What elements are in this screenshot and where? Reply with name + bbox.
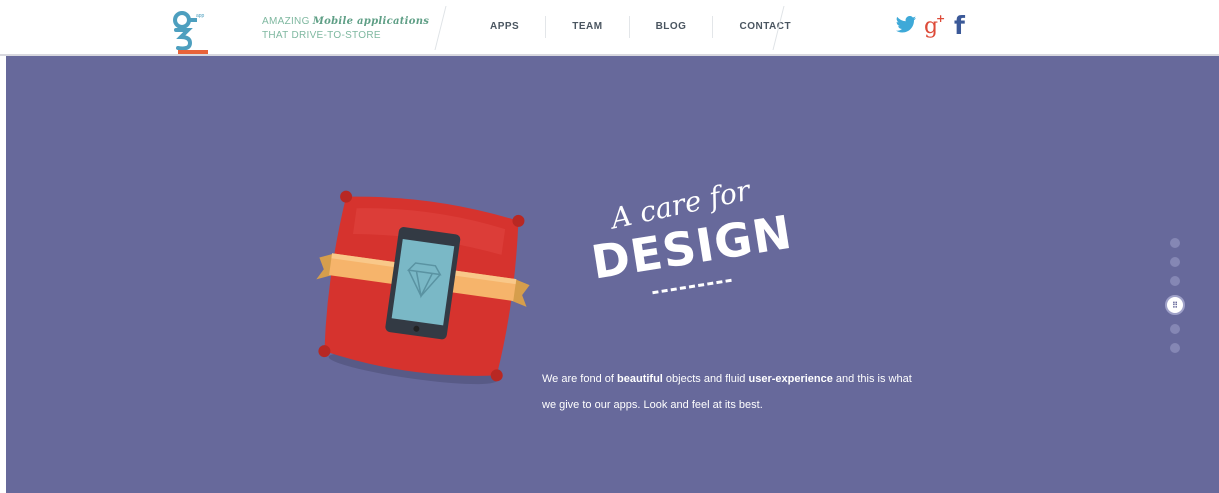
- pager-dot[interactable]: [1170, 276, 1180, 286]
- grid-icon: ⠿: [1172, 300, 1178, 310]
- tagline-script: Mobile applications: [312, 16, 430, 27]
- nav-blog[interactable]: BLOG: [628, 16, 713, 38]
- nav-contact[interactable]: CONTACT: [712, 16, 817, 38]
- nav-team[interactable]: TEAM: [545, 16, 628, 38]
- headline-underline: [652, 278, 732, 295]
- section-pager: ⠿: [1165, 238, 1185, 362]
- logo-active-underline: [178, 50, 208, 54]
- svg-text:app: app: [196, 13, 205, 19]
- logo[interactable]: app: [170, 8, 210, 52]
- svg-text:+: +: [936, 12, 945, 25]
- pager-dot[interactable]: [1170, 257, 1180, 267]
- tagline-line2: THAT DRIVE-TO-STORE: [262, 30, 381, 41]
- top-navbar: app AMAZING Mobile applications THAT DRI…: [0, 0, 1219, 56]
- hero-description: We are fond of beautiful objects and flu…: [542, 373, 912, 411]
- cushion-illustration: [306, 184, 536, 394]
- header-divider: [434, 6, 447, 50]
- pager-dot[interactable]: [1170, 324, 1180, 334]
- pager-dot-active[interactable]: ⠿: [1165, 295, 1185, 315]
- twitter-icon[interactable]: [895, 15, 917, 40]
- svg-text:f: f: [954, 12, 966, 38]
- tagline-prefix: AMAZING: [262, 16, 313, 27]
- tagline: AMAZING Mobile applications THAT DRIVE-T…: [262, 15, 429, 43]
- facebook-icon[interactable]: f: [953, 11, 967, 43]
- nav-apps[interactable]: APPS: [464, 16, 545, 38]
- social-links: g + f: [895, 11, 967, 43]
- pager-dot[interactable]: [1170, 238, 1180, 248]
- pager-dot[interactable]: [1170, 343, 1180, 353]
- main-nav: APPS TEAM BLOG CONTACT: [464, 0, 817, 54]
- google-plus-icon[interactable]: g +: [923, 12, 947, 43]
- hero-section: A care for DESIGN We are fond of beautif…: [6, 56, 1219, 493]
